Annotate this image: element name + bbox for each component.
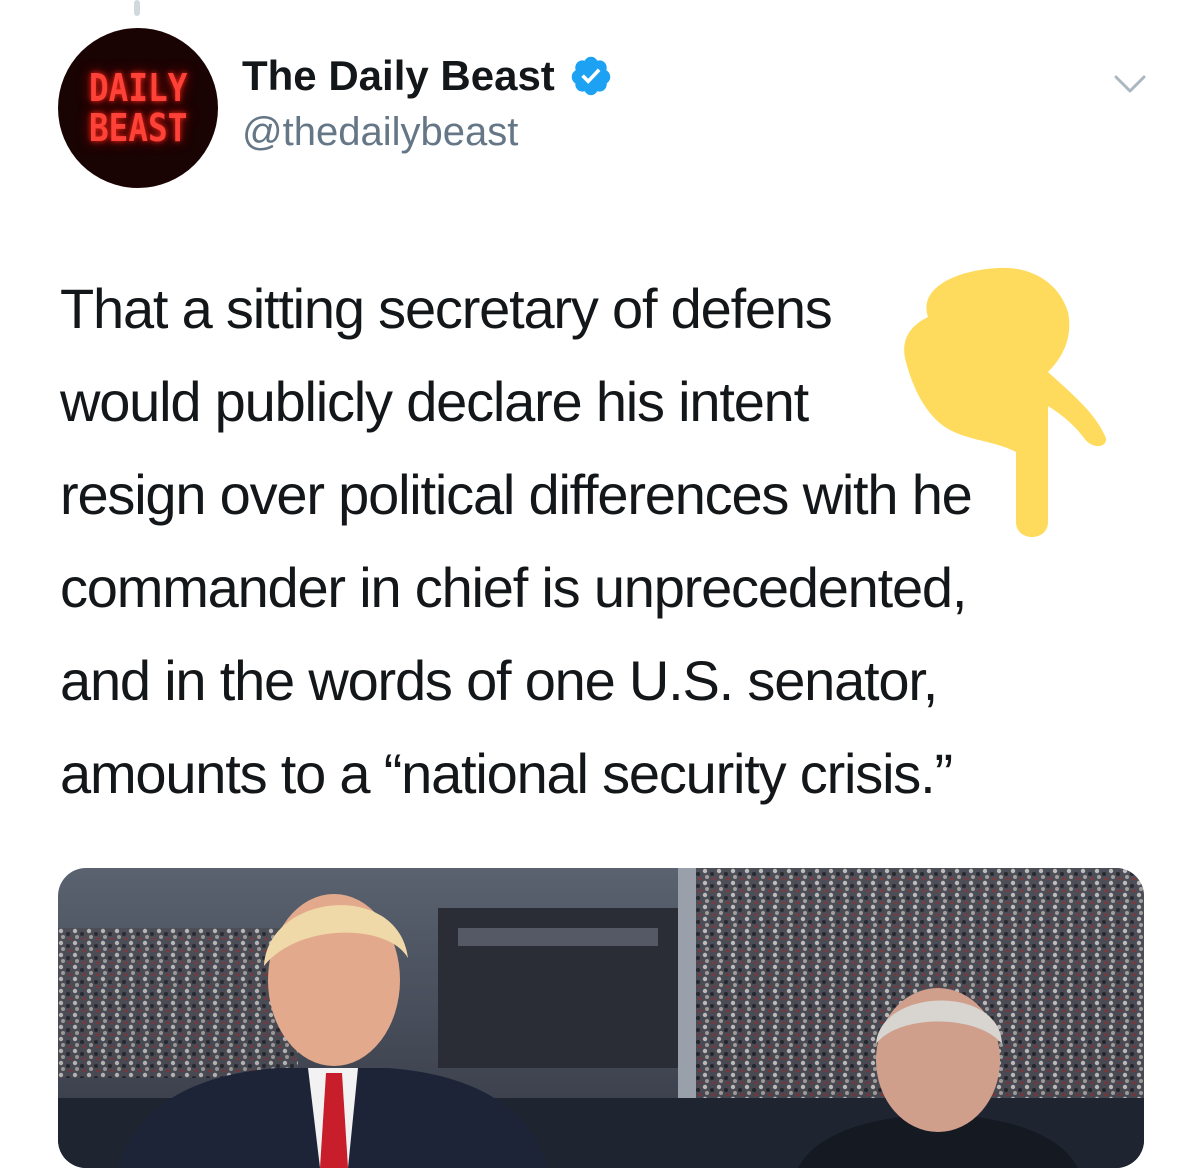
avatar[interactable]: DAILY BEAST xyxy=(58,28,218,188)
media-photo xyxy=(58,868,1144,1168)
author-display-name[interactable]: The Daily Beast xyxy=(242,52,613,100)
verified-badge-icon xyxy=(571,56,611,96)
avatar-text-line2: BEAST xyxy=(88,106,188,150)
tweet-text-line: amounts to a “national security crisis.” xyxy=(60,742,953,805)
pointing-down-finger-emoji xyxy=(904,267,1106,537)
tweet-text-line: and in the words of one U.S. senator, xyxy=(60,649,938,712)
tweet-text-line: commander in chief is unprecedented, xyxy=(60,556,967,619)
avatar-text-line1: DAILY xyxy=(88,66,188,110)
author-handle[interactable]: @thedailybeast xyxy=(242,110,518,155)
display-name-text: The Daily Beast xyxy=(242,52,555,99)
chevron-down-icon[interactable] xyxy=(1110,64,1150,104)
thread-connector-line xyxy=(134,0,140,16)
tweet-media-image[interactable] xyxy=(58,868,1144,1168)
